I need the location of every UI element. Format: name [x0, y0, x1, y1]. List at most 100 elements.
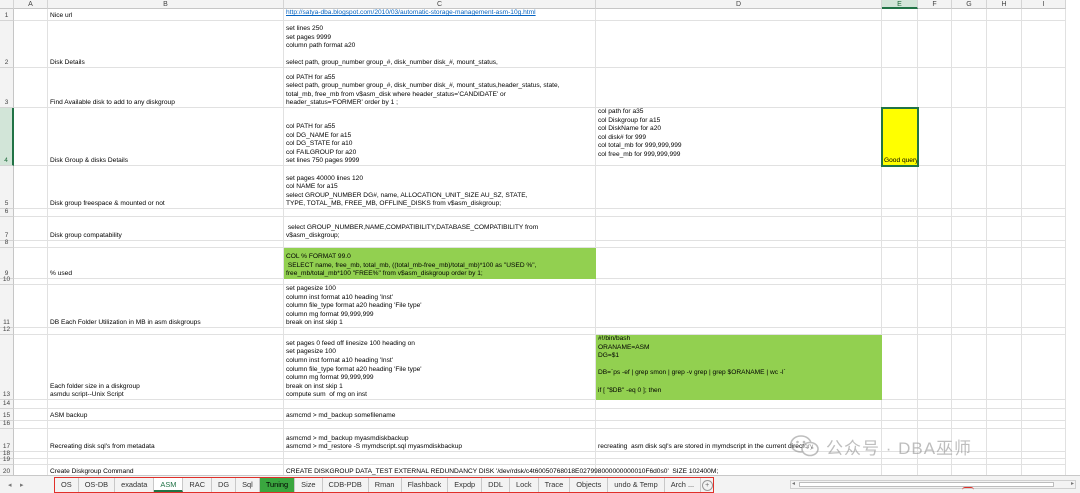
cell[interactable] — [952, 400, 987, 409]
column-header-e[interactable]: E — [882, 0, 918, 9]
cell[interactable] — [918, 217, 952, 241]
row-header-17[interactable]: 17 — [0, 429, 14, 452]
cell[interactable] — [882, 465, 918, 475]
row-header-13[interactable]: 13 — [0, 335, 14, 400]
column-header-c[interactable]: C — [284, 0, 596, 9]
cell-c-13[interactable]: set pages 0 feed off linesize 100 headin… — [284, 335, 596, 400]
cell[interactable] — [596, 409, 882, 421]
cell[interactable] — [987, 241, 1022, 248]
column-header-g[interactable]: G — [952, 0, 987, 9]
cell[interactable] — [284, 421, 596, 429]
cell[interactable] — [882, 335, 918, 400]
sheet-tab-lock[interactable]: Lock — [510, 478, 539, 492]
cell[interactable] — [14, 21, 48, 68]
cell-b-4[interactable]: Disk Group & disks Details — [48, 108, 284, 166]
cell[interactable] — [1022, 166, 1066, 209]
cell[interactable] — [284, 209, 596, 217]
select-all-corner[interactable] — [0, 0, 14, 9]
cell-c-4[interactable]: col PATH for a55 col DG_NAME for a15 col… — [284, 108, 596, 166]
row-header-12[interactable]: 12 — [0, 326, 14, 335]
cell[interactable] — [882, 285, 918, 328]
cell[interactable] — [952, 68, 987, 108]
cell[interactable] — [596, 209, 882, 217]
cell[interactable] — [48, 241, 284, 248]
sheet-tab-asm[interactable]: ASM — [154, 478, 184, 492]
cell[interactable] — [918, 465, 952, 475]
cell-d-13[interactable]: #!/bin/bash ORANAME=ASM DG=$1 DB=`ps -ef… — [596, 335, 882, 400]
cell[interactable] — [918, 248, 952, 279]
scrollbar-thumb[interactable] — [799, 482, 1054, 487]
cell[interactable] — [1022, 465, 1066, 475]
cell[interactable] — [1022, 285, 1066, 328]
cell-c-2[interactable]: set lines 250 set pages 9999 column path… — [284, 21, 596, 68]
cell[interactable] — [987, 452, 1022, 459]
column-header-f[interactable]: F — [918, 0, 952, 9]
sheet-tab-arch[interactable]: Arch ... — [665, 478, 702, 492]
cell[interactable] — [14, 9, 48, 21]
cell-b-2[interactable]: Disk Details — [48, 21, 284, 68]
cell[interactable] — [14, 217, 48, 241]
cell[interactable] — [952, 21, 987, 68]
cell-b-9[interactable]: % used — [48, 248, 284, 279]
cell[interactable] — [882, 166, 918, 209]
cell[interactable] — [882, 21, 918, 68]
cell[interactable] — [918, 241, 952, 248]
cell-e-4[interactable]: Good query — [882, 108, 942, 166]
spreadsheet-grid[interactable]: A B C D E F G H I 1 2 3 4 5 6 7 8 9 10 11 12 13 14 15 16 17 18 19 20… — [0, 0, 1080, 475]
cell[interactable] — [952, 409, 987, 421]
cell-b-15[interactable]: ASM backup — [48, 409, 284, 421]
cell[interactable] — [596, 166, 882, 209]
cell[interactable] — [952, 108, 987, 166]
cell[interactable] — [1022, 209, 1066, 217]
cell[interactable] — [987, 400, 1022, 409]
cell[interactable] — [14, 429, 48, 452]
cell-c-15[interactable]: asmcmd > md_backup somefilename — [284, 409, 596, 421]
cell[interactable] — [918, 328, 952, 335]
cell[interactable] — [596, 217, 882, 241]
sheet-tab-cdb-pdb[interactable]: CDB-PDB — [323, 478, 369, 492]
cell[interactable] — [882, 68, 918, 108]
cell[interactable] — [882, 409, 918, 421]
cell[interactable] — [14, 421, 48, 429]
cell-c-9[interactable]: COL % FORMAT 99.0 SELECT name, free_mb, … — [284, 248, 596, 279]
column-header-d[interactable]: D — [596, 0, 882, 9]
scroll-left-arrow-icon[interactable]: ◂ — [792, 480, 795, 487]
cell[interactable] — [14, 335, 48, 400]
row-header-7[interactable]: 7 — [0, 217, 14, 241]
cell[interactable] — [882, 9, 918, 21]
cell[interactable] — [596, 241, 882, 248]
sheet-tab-trace[interactable]: Trace — [539, 478, 571, 492]
cell[interactable] — [14, 166, 48, 209]
cell[interactable] — [952, 217, 987, 241]
cell-b-17[interactable]: Recreating disk sql's from metadata — [48, 429, 284, 452]
cell-d-4[interactable]: col path for a35 col Diskgroup for a15 c… — [596, 108, 882, 166]
cell[interactable] — [987, 166, 1022, 209]
row-header-4[interactable]: 4 — [0, 108, 14, 166]
cell[interactable] — [14, 108, 48, 166]
cell[interactable] — [952, 209, 987, 217]
cell[interactable] — [1022, 248, 1066, 279]
cell[interactable] — [14, 409, 48, 421]
cell[interactable] — [596, 21, 882, 68]
cell[interactable] — [918, 9, 952, 21]
column-header-h[interactable]: H — [987, 0, 1022, 9]
cell[interactable] — [284, 328, 596, 335]
sheet-tab-dg[interactable]: DG — [212, 478, 237, 492]
cell[interactable] — [1022, 68, 1066, 108]
sheet-tab-undo-temp[interactable]: undo & Temp — [608, 478, 665, 492]
cell[interactable] — [48, 421, 284, 429]
cell-c-17[interactable]: asmcmd > md_backup myasmdiskbackup asmcm… — [284, 429, 596, 452]
cell[interactable] — [1022, 217, 1066, 241]
cell-c-1[interactable]: http://satya-dba.blogspot.com/2010/03/au… — [284, 9, 684, 21]
cell[interactable] — [1022, 335, 1066, 400]
scroll-tabs-left-icon[interactable]: ◂ — [8, 481, 12, 489]
cell[interactable] — [987, 248, 1022, 279]
cell[interactable] — [1022, 409, 1066, 421]
column-header-a[interactable]: A — [14, 0, 48, 9]
cell[interactable] — [882, 328, 918, 335]
cell[interactable] — [918, 166, 952, 209]
cell-b-1[interactable]: Nice url — [48, 9, 284, 21]
scroll-tabs-right-icon[interactable]: ▸ — [20, 481, 24, 489]
cell[interactable] — [918, 285, 952, 328]
cell[interactable] — [952, 285, 987, 328]
